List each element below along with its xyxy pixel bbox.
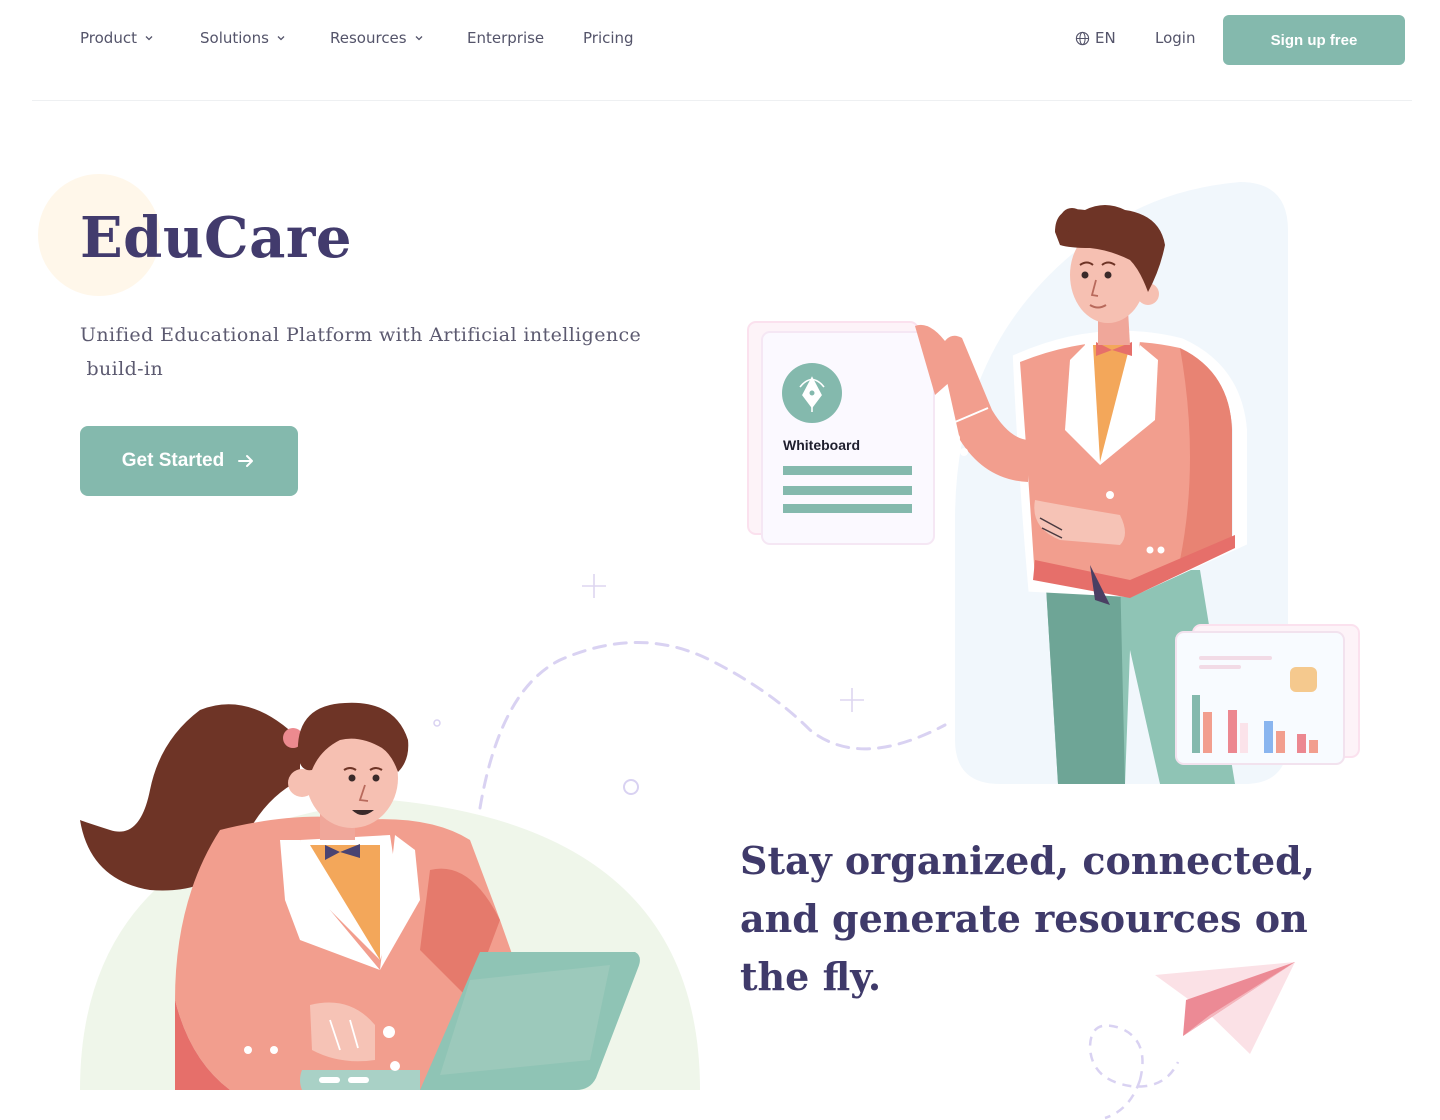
sparkle-icon <box>840 688 864 712</box>
small-dot-ring <box>433 719 441 727</box>
tagline-heading: Stay organized, connected, and generate … <box>740 832 1360 1006</box>
tagline-line-3: the fly. <box>740 954 882 999</box>
woman-figure <box>80 702 700 1090</box>
small-ring <box>623 779 639 795</box>
plane-trail <box>1088 1024 1180 1120</box>
whiteboard-card: Whiteboard <box>747 321 935 545</box>
tagline-line-1: Stay organized, connected, <box>740 838 1315 883</box>
dashed-path <box>478 641 947 810</box>
tagline-line-2: and generate resources on <box>740 896 1308 941</box>
mini-chart-card <box>1175 624 1360 765</box>
whiteboard-label: Whiteboard <box>783 437 860 453</box>
sparkle-icon <box>582 574 606 598</box>
